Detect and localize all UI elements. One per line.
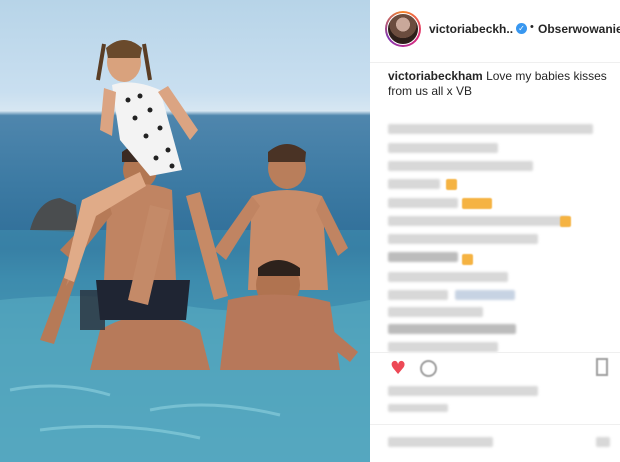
avatar-image <box>387 13 419 45</box>
heart-icon[interactable]: ♥ <box>390 360 410 378</box>
follow-button[interactable]: Obserwowanie <box>538 22 620 36</box>
comment-blur <box>388 307 483 317</box>
verified-badge-icon: ✓ <box>516 23 527 34</box>
emoji <box>560 216 571 227</box>
comment-icon[interactable] <box>420 360 437 377</box>
username-link[interactable]: victoriabeckh... <box>429 22 513 36</box>
avatar[interactable] <box>385 11 421 47</box>
comment-blur <box>455 290 515 300</box>
divider <box>370 352 620 353</box>
photo-scene <box>0 40 370 462</box>
post-caption: victoriabeckham Love my babies kisses fr… <box>388 69 613 99</box>
comment-blur <box>388 179 440 189</box>
comment-blur <box>388 143 498 153</box>
comment-blur <box>388 161 533 171</box>
comment-blur <box>388 252 458 262</box>
add-comment-input[interactable] <box>388 437 493 447</box>
post-header: victoriabeckh... ✓ • Obserwowanie <box>370 0 620 63</box>
comment-blur <box>388 124 593 134</box>
emoji <box>462 254 473 265</box>
divider <box>370 424 620 425</box>
comment-blur <box>388 216 568 226</box>
post-sidebar: victoriabeckh... ✓ • Obserwowanie victor… <box>370 0 620 462</box>
post-photo[interactable] <box>0 0 370 462</box>
timestamp-blur <box>388 404 448 412</box>
comment-blur <box>388 234 538 244</box>
comment-blur <box>388 324 516 334</box>
caption-author[interactable]: victoriabeckham <box>388 69 483 83</box>
likes-count-blur <box>388 386 538 396</box>
post-comment-button[interactable] <box>596 437 610 447</box>
emoji <box>462 198 492 209</box>
emoji <box>446 179 457 190</box>
bookmark-icon[interactable] <box>596 358 608 376</box>
separator-dot: • <box>530 21 534 33</box>
comment-blur <box>388 272 508 282</box>
comment-blur <box>388 198 458 208</box>
comment-blur <box>388 342 498 352</box>
comment-blur <box>388 290 448 300</box>
